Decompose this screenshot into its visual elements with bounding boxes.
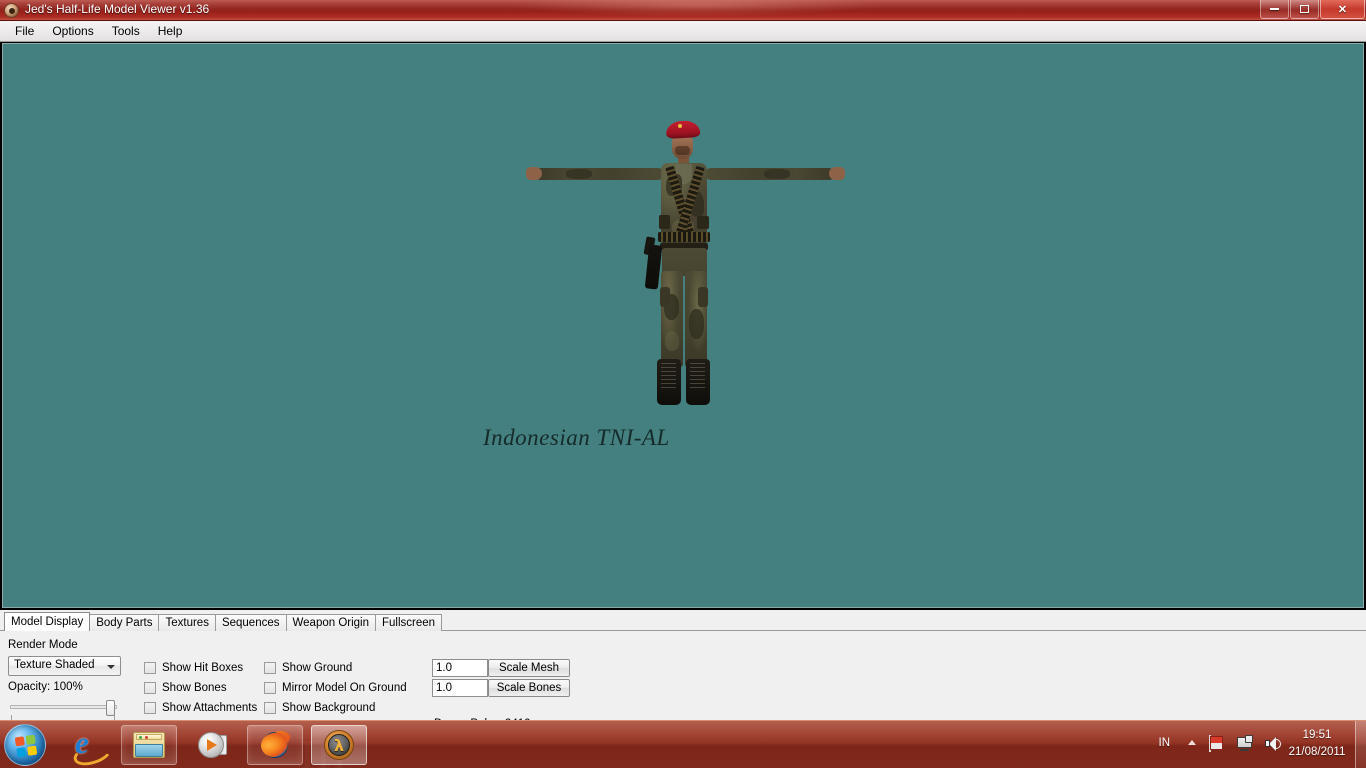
model-leg-camo-b <box>689 309 704 339</box>
checkbox-label: Show Ground <box>282 662 352 674</box>
checkbox-mirror-model-on-ground[interactable]: Mirror Model On Ground <box>264 678 407 698</box>
scale-mesh-button[interactable]: Scale Mesh <box>488 659 570 677</box>
show-hidden-icons-icon[interactable] <box>1188 740 1196 745</box>
model-display-tab-panel: Render Mode Texture Shaded Opacity: 100%… <box>0 631 1366 720</box>
tab-body-parts[interactable]: Body Parts <box>89 614 159 631</box>
scale-bones-button[interactable]: Scale Bones <box>488 679 570 697</box>
checkbox-icon[interactable] <box>144 662 156 674</box>
chevron-down-icon <box>107 665 115 669</box>
opacity-label: Opacity: 100% <box>8 681 83 693</box>
opacity-slider-thumb[interactable] <box>106 700 115 716</box>
minimize-icon <box>1261 0 1288 18</box>
model-caption: Indonesian TNI-AL <box>483 425 670 451</box>
opacity-slider[interactable] <box>6 699 121 721</box>
checkbox-show-bones[interactable]: Show Bones <box>144 678 258 698</box>
model-left-boot-laces <box>661 363 676 391</box>
taskbar-item-windows-media-player[interactable] <box>185 725 241 765</box>
model-beret-badge <box>678 124 682 128</box>
model-red-beret <box>666 120 701 139</box>
control-panel: Model Display Body Parts Textures Sequen… <box>0 610 1366 720</box>
opacity-slider-track <box>10 705 117 709</box>
taskbar-item-firefox[interactable] <box>247 725 303 765</box>
windows-logo-icon <box>15 735 38 758</box>
render-mode-value: Texture Shaded <box>14 659 95 671</box>
app-icon[interactable] <box>4 3 19 18</box>
network-icon[interactable] <box>1236 735 1254 753</box>
firefox-icon <box>260 730 290 760</box>
folder-icon <box>133 732 165 758</box>
model-arm-camo-right <box>764 169 790 179</box>
close-icon: ✕ <box>1321 0 1364 18</box>
model-right-hand <box>829 167 845 180</box>
clock-date: 21/08/2011 <box>1284 744 1350 761</box>
start-button[interactable] <box>4 724 46 766</box>
render-mode-label: Render Mode <box>8 639 78 651</box>
tab-textures[interactable]: Textures <box>158 614 215 631</box>
checkbox-icon[interactable] <box>264 682 276 694</box>
volume-icon[interactable] <box>1264 735 1282 753</box>
taskbar: m λ <box>0 720 1366 768</box>
checkbox-label: Show Background <box>282 702 375 714</box>
model-arm-camo-left <box>566 169 592 179</box>
clock-time: 19:51 <box>1284 727 1350 744</box>
checkbox-show-hit-boxes[interactable]: Show Hit Boxes <box>144 658 258 678</box>
checkbox-icon[interactable] <box>144 682 156 694</box>
checkbox-show-ground[interactable]: Show Ground <box>264 658 407 678</box>
menu-item-file[interactable]: File <box>6 22 43 40</box>
scale-bones-input[interactable]: 1.0 <box>432 679 488 697</box>
action-center-flag-icon[interactable] <box>1208 735 1226 753</box>
model-viewport[interactable]: Indonesian TNI-AL <box>2 43 1364 608</box>
checkbox-icon[interactable] <box>144 702 156 714</box>
model-left-hand <box>526 167 542 180</box>
language-indicator[interactable]: IN <box>1159 737 1171 749</box>
model-waist-ammo-belt <box>658 232 710 242</box>
taskbar-item-half-life-model-viewer[interactable]: λ <box>311 725 367 765</box>
restore-icon <box>1291 0 1318 18</box>
menu-item-help[interactable]: Help <box>149 22 192 40</box>
lambda-icon: λ <box>324 730 354 760</box>
checkbox-label: Show Attachments <box>162 702 257 714</box>
internet-explorer-icon <box>75 730 105 760</box>
model-leg-camo-c <box>665 331 679 351</box>
tabstrip: Model Display Body Parts Textures Sequen… <box>4 612 441 631</box>
tab-model-display[interactable]: Model Display <box>4 612 90 631</box>
model-right-boot-laces <box>690 363 705 391</box>
checkbox-icon[interactable] <box>264 702 276 714</box>
model-pouch-right <box>697 216 709 229</box>
soldier-model <box>526 119 846 424</box>
checkbox-label: Show Hit Boxes <box>162 662 243 674</box>
desktop: Jed's Half-Life Model Viewer v1.36 ✕ Fil… <box>0 0 1366 768</box>
media-player-icon <box>198 732 228 758</box>
menu-item-options[interactable]: Options <box>43 22 102 40</box>
menubar: File Options Tools Help <box>0 21 1366 42</box>
menu-item-tools[interactable]: Tools <box>103 22 149 40</box>
checkbox-label: Mirror Model On Ground <box>282 682 407 694</box>
taskbar-item-internet-explorer[interactable] <box>62 725 118 765</box>
render-mode-select[interactable]: Texture Shaded <box>8 656 121 676</box>
restore-button[interactable] <box>1290 0 1319 19</box>
window-controls: ✕ <box>1259 0 1365 20</box>
model-left-knee-pad <box>660 287 670 307</box>
taskbar-item-windows-explorer[interactable] <box>121 725 177 765</box>
model-right-knee-pad <box>698 287 708 307</box>
window-title: Jed's Half-Life Model Viewer v1.36 <box>25 2 209 16</box>
clock[interactable]: 19:51 21/08/2011 <box>1284 727 1350 761</box>
checkbox-show-background[interactable]: Show Background <box>264 698 407 718</box>
model-face-shadow <box>675 146 690 155</box>
titlebar-sheen <box>519 0 874 16</box>
tab-fullscreen[interactable]: Fullscreen <box>375 614 442 631</box>
tab-sequences[interactable]: Sequences <box>215 614 287 631</box>
checkbox-label: Show Bones <box>162 682 227 694</box>
scale-mesh-input[interactable]: 1.0 <box>432 659 488 677</box>
checkbox-icon[interactable] <box>264 662 276 674</box>
close-button[interactable]: ✕ <box>1320 0 1365 19</box>
show-desktop-button[interactable] <box>1355 721 1366 768</box>
minimize-button[interactable] <box>1260 0 1289 19</box>
tab-weapon-origin[interactable]: Weapon Origin <box>286 614 377 631</box>
window-titlebar[interactable]: Jed's Half-Life Model Viewer v1.36 ✕ <box>0 0 1366 21</box>
model-pouch-left <box>659 215 670 229</box>
model-left-arm <box>534 168 664 180</box>
checkbox-show-attachments[interactable]: Show Attachments <box>144 698 258 718</box>
